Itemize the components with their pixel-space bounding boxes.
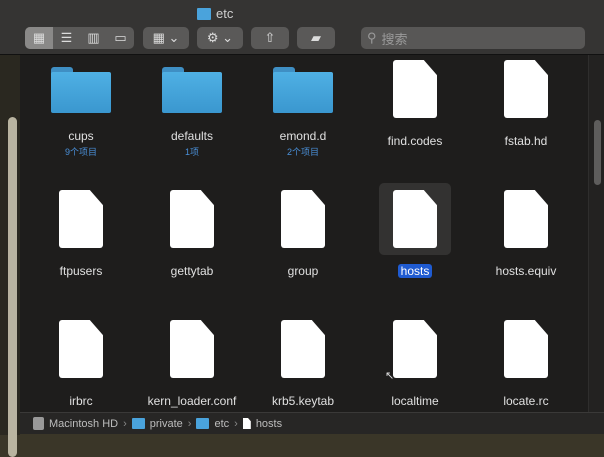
folder-item[interactable]: defaults 1项 — [142, 60, 242, 158]
document-icon — [504, 190, 548, 248]
file-item[interactable]: hosts.equiv — [476, 190, 576, 278]
folder-icon — [196, 418, 210, 429]
mouse-cursor-icon: ↖ — [385, 370, 395, 382]
toolbar: etc ▦ ☰ ▥ ▭ ▦ ⌄ ⚙ ⌄ ⇧ ▰ ⚲ 搜索 — [0, 0, 604, 55]
chevron-right-icon: › — [187, 417, 192, 430]
scrollbar-thumb[interactable] — [594, 120, 601, 185]
document-icon — [242, 418, 251, 429]
folder-icon — [162, 67, 222, 113]
item-name: locate.rc — [503, 394, 549, 408]
vertical-scrollbar[interactable] — [588, 55, 604, 412]
action-gear-button[interactable]: ⚙ ⌄ — [197, 27, 243, 49]
folder-icon — [273, 67, 333, 113]
background-scrollbar — [8, 117, 17, 457]
document-icon — [393, 190, 437, 248]
file-item[interactable]: fstab.hd — [476, 60, 576, 148]
icon-grid: cups 9个项目 defaults 1项 emond.d 2个项目 find.codes f… — [20, 55, 588, 412]
title-text: etc — [216, 6, 234, 21]
document-icon — [393, 320, 437, 378]
background-window-strip — [0, 55, 20, 457]
document-icon — [170, 320, 214, 378]
item-name: localtime — [391, 394, 439, 408]
column-view-button[interactable]: ▥ — [80, 27, 107, 49]
search-input[interactable]: ⚲ 搜索 — [361, 27, 585, 49]
hard-drive-icon — [33, 417, 44, 430]
file-item[interactable]: group — [253, 190, 353, 278]
document-icon — [170, 190, 214, 248]
file-item[interactable]: localtime — [365, 320, 465, 408]
chevron-right-icon: › — [123, 417, 127, 430]
item-name: emond.d — [279, 129, 327, 143]
file-item[interactable]: kern_loader.conf — [142, 320, 242, 408]
gallery-view-button[interactable]: ▭ — [107, 27, 134, 49]
icon-view-button[interactable]: ▦ — [25, 27, 53, 49]
file-item[interactable]: gettytab — [142, 190, 242, 278]
finder-window: etc ▦ ☰ ▥ ▭ ▦ ⌄ ⚙ ⌄ ⇧ ▰ ⚲ 搜索 cups 9个项目 defa… — [0, 0, 604, 434]
path-item[interactable]: Macintosh HD — [49, 418, 118, 430]
file-item[interactable]: ftpusers — [31, 190, 131, 278]
share-button[interactable]: ⇧ — [251, 27, 289, 49]
folder-icon — [197, 7, 211, 20]
file-item[interactable]: locate.rc — [476, 320, 576, 408]
item-name: hosts — [397, 264, 433, 278]
item-name: kern_loader.conf — [147, 394, 237, 408]
document-icon — [393, 60, 437, 118]
file-item[interactable]: irbrc — [31, 320, 131, 408]
group-by-button[interactable]: ▦ ⌄ — [143, 27, 189, 49]
chevron-right-icon: › — [234, 417, 238, 430]
path-bar: Macintosh HD › private › etc › hosts — [20, 412, 604, 434]
document-icon — [504, 320, 548, 378]
folder-item[interactable]: cups 9个项目 — [31, 60, 131, 158]
item-name: fstab.hd — [504, 134, 548, 148]
search-placeholder: 搜索 — [381, 31, 408, 47]
path-item[interactable]: hosts — [256, 418, 282, 430]
tag-button[interactable]: ▰ — [297, 27, 335, 49]
list-view-button[interactable]: ☰ — [53, 27, 80, 49]
view-mode-control: ▦ ☰ ▥ ▭ — [25, 27, 134, 49]
folder-icon — [131, 418, 145, 429]
item-name: find.codes — [387, 134, 443, 148]
document-icon — [281, 190, 325, 248]
document-icon — [281, 320, 325, 378]
item-name: ftpusers — [59, 264, 103, 278]
item-count: 1项 — [184, 147, 199, 157]
item-count: 2个项目 — [286, 147, 319, 157]
file-item[interactable]: krb5.keytab — [253, 320, 353, 408]
item-count: 9个项目 — [64, 147, 97, 157]
document-icon — [59, 320, 103, 378]
document-icon — [504, 60, 548, 118]
item-name: group — [287, 264, 319, 278]
search-icon: ⚲ — [367, 30, 377, 45]
folder-item[interactable]: emond.d 2个项目 — [253, 60, 353, 158]
window-title: etc — [197, 6, 233, 21]
item-name: gettytab — [170, 264, 214, 278]
folder-icon — [51, 67, 111, 113]
path-item[interactable]: private — [150, 418, 183, 430]
item-name: cups — [68, 129, 94, 143]
file-item[interactable]: find.codes — [365, 60, 465, 148]
item-name: krb5.keytab — [271, 394, 335, 408]
item-name: irbrc — [69, 394, 93, 408]
item-name: defaults — [170, 129, 214, 143]
path-item[interactable]: etc — [214, 418, 229, 430]
document-icon — [59, 190, 103, 248]
file-item[interactable]: hosts — [365, 190, 465, 278]
item-name: hosts.equiv — [495, 264, 557, 278]
